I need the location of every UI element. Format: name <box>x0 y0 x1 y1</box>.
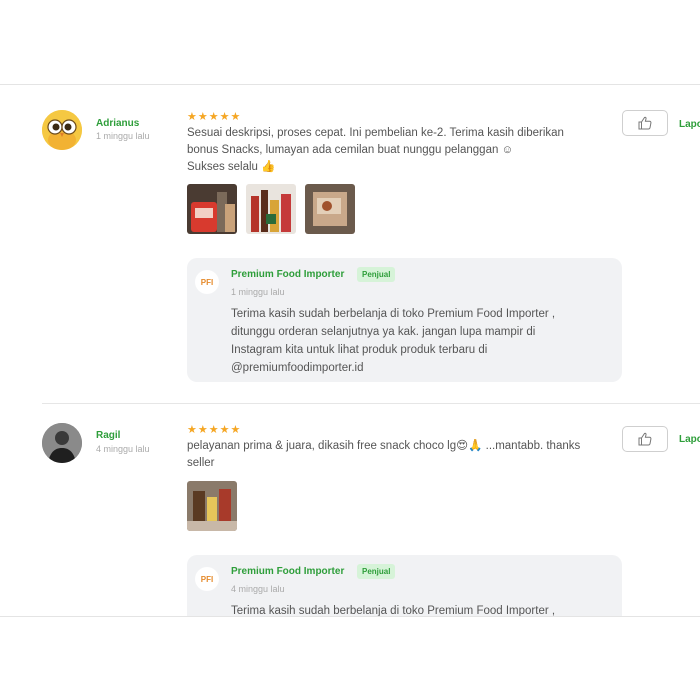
review-text-line: seller <box>187 457 215 469</box>
reply-text-line: @premiumfoodimporter.id <box>231 362 364 374</box>
reply-text-line: Terima kasih sudah berbelanja di toko Pr… <box>231 308 556 320</box>
reply-text: Terima kasih sudah berbelanja di toko Pr… <box>231 305 601 377</box>
thumbs-up-icon <box>638 432 652 446</box>
reply-text-line: Instagram kita untuk lihat produk produk… <box>231 344 488 356</box>
review-text-line: Sesuai deskripsi, proses cepat. Ini pemb… <box>187 127 564 139</box>
seller-name[interactable]: Premium Food Importer <box>231 566 344 577</box>
seller-badge: Penjual <box>357 564 396 579</box>
review-item: Adrianus 1 minggu lalu ★★★★★ Sesuai desk… <box>0 85 700 403</box>
review-text: Sesuai deskripsi, proses cepat. Ini pemb… <box>187 125 617 176</box>
like-button[interactable] <box>622 110 668 136</box>
review-photos <box>187 481 237 531</box>
rating-stars: ★★★★★ <box>187 424 242 436</box>
review-photo[interactable] <box>187 481 237 531</box>
avatar[interactable] <box>42 110 82 150</box>
user-photo-icon <box>42 423 82 463</box>
reviewer-name[interactable]: Ragil <box>96 430 120 441</box>
rating-stars: ★★★★★ <box>187 111 242 123</box>
review-text-line: Sukses selalu 👍 <box>187 161 276 173</box>
seller-badge: Penjual <box>357 267 396 282</box>
report-link[interactable]: Lapo <box>679 119 700 130</box>
seller-reply: PFI Premium Food Importer Penjual 1 ming… <box>187 258 622 382</box>
review-time: 1 minggu lalu <box>96 131 150 141</box>
seller-reply: PFI Premium Food Importer Penjual 4 ming… <box>187 555 622 617</box>
review-text: pelayanan prima & juara, dikasih free sn… <box>187 438 612 472</box>
review-time: 4 minggu lalu <box>96 444 150 454</box>
reply-text-line: Terima kasih sudah berbelanja di toko Pr… <box>231 605 556 617</box>
review-photo[interactable] <box>187 184 237 234</box>
review-list: Adrianus 1 minggu lalu ★★★★★ Sesuai desk… <box>0 84 700 617</box>
reply-time: 4 minggu lalu <box>231 584 285 594</box>
seller-logo: PFI <box>195 270 219 294</box>
reply-text: Terima kasih sudah berbelanja di toko Pr… <box>231 602 601 617</box>
thumbs-up-icon <box>638 116 652 130</box>
review-photo[interactable] <box>305 184 355 234</box>
like-button[interactable] <box>622 426 668 452</box>
report-link[interactable]: Lapo <box>679 434 700 445</box>
review-photos <box>187 184 355 234</box>
seller-name[interactable]: Premium Food Importer <box>231 269 344 280</box>
seller-logo: PFI <box>195 567 219 591</box>
reply-time: 1 minggu lalu <box>231 287 285 297</box>
review-item: Ragil 4 minggu lalu ★★★★★ pelayanan prim… <box>0 403 700 617</box>
review-text-line: bonus Snacks, lumayan ada cemilan buat n… <box>187 144 514 156</box>
review-photo[interactable] <box>246 184 296 234</box>
avatar[interactable] <box>42 423 82 463</box>
reply-text-line: ditunggu orderan selanjutnya ya kak. jan… <box>231 326 536 338</box>
owl-avatar-icon <box>42 110 82 150</box>
review-text-line: pelayanan prima & juara, dikasih free sn… <box>187 440 581 452</box>
reviewer-name[interactable]: Adrianus <box>96 118 139 129</box>
